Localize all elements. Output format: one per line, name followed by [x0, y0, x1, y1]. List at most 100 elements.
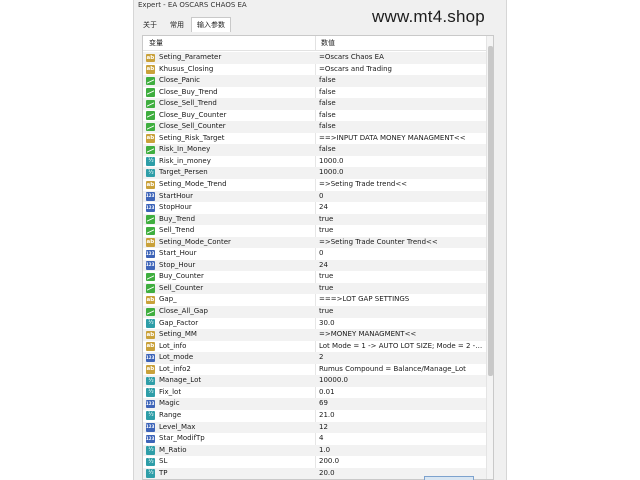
table-row[interactable]: Risk_In_Money false — [143, 144, 487, 156]
parameter-value[interactable]: true — [319, 306, 485, 318]
table-row[interactable]: Sell_Counter true — [143, 282, 487, 295]
table-row[interactable]: Lot_info2 Rumus Compound = Balance/Manage… — [143, 364, 487, 376]
parameter-value[interactable]: 21.0 — [319, 410, 485, 422]
parameter-value[interactable]: ===>LOT GAP SETTINGS — [319, 294, 485, 306]
parameter-value[interactable]: =Oscars and Trading — [319, 64, 485, 76]
parameter-value[interactable]: 1.0 — [319, 445, 485, 457]
parameter-value[interactable]: 1000.0 — [319, 156, 485, 168]
table-row[interactable]: Gap_ ===>LOT GAP SETTINGS — [143, 294, 487, 306]
parameter-name: Risk_in_money — [159, 156, 211, 165]
table-row[interactable]: Stop_Hour 24 — [143, 259, 487, 272]
bool-icon — [146, 76, 155, 86]
parameter-value[interactable]: false — [319, 98, 485, 110]
parameter-value[interactable]: =Oscars Chaos EA — [319, 52, 485, 64]
table-row[interactable]: Close_Sell_Trend false — [143, 98, 487, 110]
parameter-value[interactable]: 2 — [319, 352, 485, 364]
parameter-value[interactable]: 24 — [319, 260, 485, 272]
column-header-variable[interactable]: 变量 — [149, 38, 163, 48]
parameter-name: Stop_Hour — [159, 260, 196, 269]
parameter-name: Close_All_Gap — [159, 307, 208, 316]
bool-icon — [146, 226, 155, 236]
parameter-value[interactable]: false — [319, 87, 485, 99]
tab-inputs[interactable]: 输入参数 — [191, 17, 231, 32]
scrollbar-thumb[interactable] — [488, 46, 493, 376]
parameter-name: StartHour — [159, 191, 193, 200]
parameter-name: Manage_Lot — [159, 376, 202, 385]
parameter-value[interactable]: 24 — [319, 202, 485, 214]
parameter-name: Close_Buy_Counter — [159, 110, 227, 119]
table-row[interactable]: Seting_Mode_Trend =>Seting Trade trend<< — [143, 179, 487, 191]
parameter-name: Close_Sell_Trend — [159, 99, 217, 108]
table-row[interactable]: Manage_Lot 10000.0 — [143, 375, 487, 387]
parameter-value[interactable]: =>Seting Trade Counter Trend<< — [319, 237, 485, 249]
parameter-value[interactable]: 12 — [319, 422, 485, 434]
parameter-value[interactable]: 4 — [319, 433, 485, 445]
str-icon — [146, 53, 155, 62]
table-row[interactable]: Close_Panic false — [143, 75, 487, 87]
inputs-table-panel: 变量 数值 Seting_Parameter=Oscars Chaos EAKh… — [142, 35, 494, 480]
table-row[interactable]: Buy_Counter true — [143, 271, 487, 283]
vertical-scrollbar[interactable] — [486, 36, 493, 479]
parameter-value[interactable]: false — [319, 144, 485, 156]
table-row[interactable]: StartHour 0 — [143, 190, 487, 203]
table-row[interactable]: Seting_Risk_Target ==>INPUT DATA MONEY MA… — [143, 133, 487, 145]
table-row[interactable]: Magic 69 — [143, 398, 487, 410]
parameter-value[interactable]: Rumus Compound = Balance/Manage_Lot — [319, 364, 485, 376]
parameter-value[interactable]: 69 — [319, 398, 485, 410]
table-row[interactable]: Lot_info Lot Mode = 1 -> AUTO LOT SIZE; M… — [143, 341, 487, 353]
parameter-value[interactable]: 0 — [319, 248, 485, 260]
table-row[interactable]: Close_All_Gap true — [143, 306, 487, 318]
parameter-value[interactable]: 30.0 — [319, 318, 485, 330]
table-row[interactable]: M_Ratio 1.0 — [143, 444, 487, 457]
column-divider[interactable] — [315, 36, 316, 51]
ok-button-partial[interactable] — [424, 476, 474, 480]
parameter-value[interactable]: ==>INPUT DATA MONEY MANAGMENT<< — [319, 133, 485, 145]
table-row[interactable]: Risk_in_money 1000.0 — [143, 156, 487, 168]
parameter-value[interactable]: false — [319, 121, 485, 133]
bool-icon — [146, 88, 155, 97]
column-header-value[interactable]: 数值 — [321, 38, 335, 48]
parameter-value[interactable]: Lot Mode = 1 -> AUTO LOT SIZE; Mode = 2 … — [319, 341, 485, 353]
parameter-value[interactable]: 200.0 — [319, 456, 485, 468]
parameter-value[interactable]: true — [319, 283, 485, 295]
parameter-value[interactable]: =>MONEY MANAGMENT<< — [319, 329, 485, 341]
table-row[interactable]: StopHour 24 — [143, 202, 487, 214]
dbl-icon — [146, 168, 155, 178]
parameter-name: Buy_Trend — [159, 214, 196, 223]
parameter-value[interactable]: true — [319, 271, 485, 283]
table-row[interactable]: Seting_Mode_Conter =>Seting Trade Counter… — [143, 236, 487, 249]
parameter-value[interactable]: true — [319, 214, 485, 226]
tab-common[interactable]: 常用 — [164, 17, 190, 32]
table-row[interactable]: Seting_MM =>MONEY MANAGMENT<< — [143, 329, 487, 341]
table-row[interactable]: SL 200.0 — [143, 456, 487, 468]
table-row[interactable]: Start_Hour 0 — [143, 248, 487, 260]
table-row[interactable]: Gap_Factor 30.0 — [143, 318, 487, 330]
parameter-value[interactable]: false — [319, 110, 485, 122]
parameter-value[interactable]: 0 — [319, 191, 485, 203]
table-row[interactable]: Range 21.0 — [143, 410, 487, 422]
bool-icon — [146, 111, 155, 120]
parameter-value[interactable]: false — [319, 75, 485, 87]
table-row[interactable]: Seting_Parameter =Oscars Chaos EA — [143, 52, 487, 64]
parameter-value[interactable]: 1000.0 — [319, 167, 485, 179]
table-row[interactable]: Close_Sell_Counter false — [143, 121, 487, 133]
table-row[interactable]: Fix_lot 0.01 — [143, 387, 487, 399]
bool-icon — [146, 145, 155, 155]
table-row[interactable]: Star_ModifTp 4 — [143, 433, 487, 445]
window-title: Expert - EA OSCARS CHAOS EA — [138, 1, 247, 9]
table-row[interactable]: Buy_Trend true — [143, 213, 487, 226]
table-row[interactable]: Khusus_Closing =Oscars and Trading — [143, 64, 487, 76]
parameter-value[interactable]: 0.01 — [319, 387, 485, 399]
parameter-value[interactable]: 10000.0 — [319, 375, 485, 387]
tab-about[interactable]: 关于 — [137, 17, 163, 32]
table-row[interactable]: Level_Max 12 — [143, 421, 487, 434]
table-row[interactable]: Sell_Trend true — [143, 225, 487, 237]
table-row[interactable]: Target_Persen 1000.0 — [143, 167, 487, 180]
parameter-name: Target_Persen — [159, 168, 208, 177]
parameter-value[interactable]: =>Seting Trade trend<< — [319, 179, 485, 191]
table-row[interactable]: Close_Buy_Trend false — [143, 87, 487, 99]
table-row[interactable]: Lot_mode 2 — [143, 352, 487, 364]
int-icon — [146, 423, 155, 432]
table-row[interactable]: Close_Buy_Counter false — [143, 110, 487, 122]
parameter-value[interactable]: true — [319, 225, 485, 237]
